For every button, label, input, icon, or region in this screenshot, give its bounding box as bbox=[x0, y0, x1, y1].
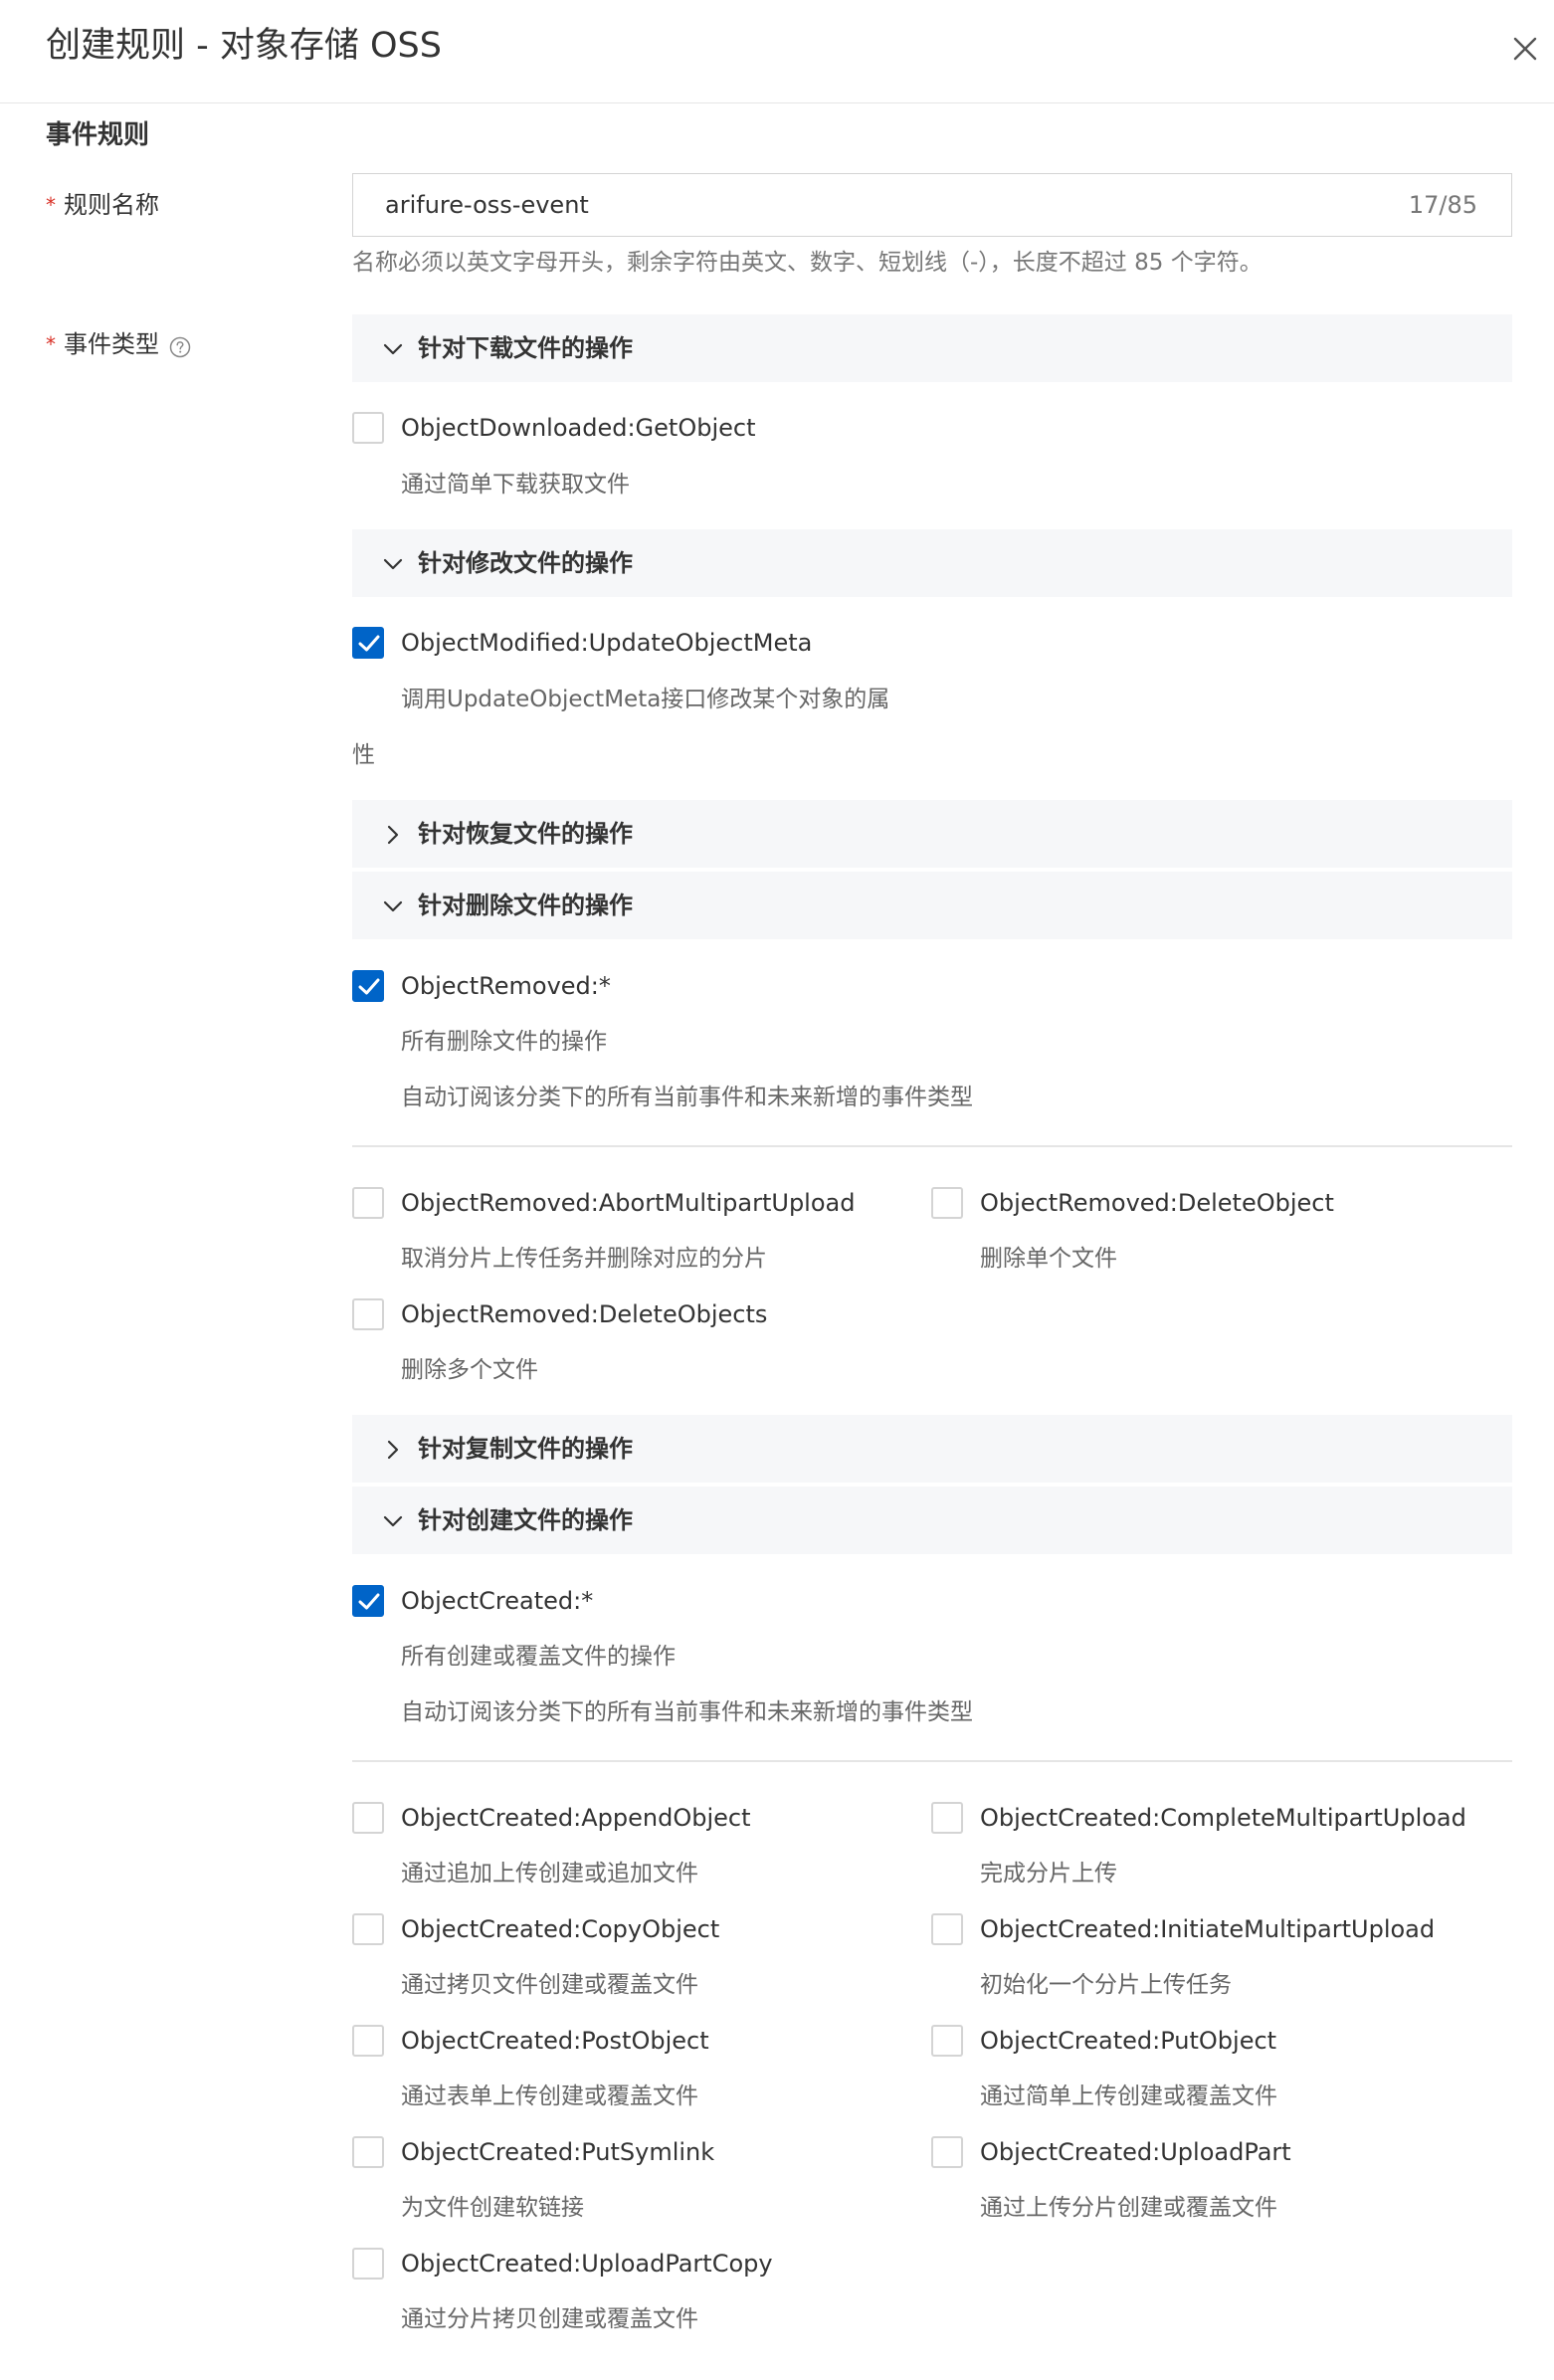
group-download[interactable]: 针对下载文件的操作 bbox=[352, 314, 1512, 382]
dialog-title: 创建规则 - 对象存储 OSS bbox=[46, 26, 442, 66]
rule-name-label: * 规则名称 bbox=[46, 187, 159, 223]
event-label: ObjectCreated:PutObject bbox=[980, 2027, 1277, 2055]
group-title: 针对修改文件的操作 bbox=[418, 549, 633, 577]
close-icon[interactable] bbox=[1507, 31, 1543, 67]
checkbox-created-copy[interactable] bbox=[352, 1913, 384, 1945]
event-desc: 初始化一个分片上传任务 bbox=[980, 1972, 1232, 1998]
group-restore[interactable]: 针对恢复文件的操作 bbox=[352, 800, 1512, 868]
checkbox-created-uploadpart[interactable] bbox=[931, 2136, 963, 2168]
event-desc: 为文件创建软链接 bbox=[401, 2195, 584, 2221]
chevron-down-icon bbox=[382, 553, 404, 575]
rule-name-label-text: 规则名称 bbox=[64, 191, 159, 219]
event-desc: 完成分片上传 bbox=[980, 1861, 1117, 1886]
event-desc: 通过追加上传创建或追加文件 bbox=[401, 1861, 698, 1886]
event-label: ObjectRemoved:DeleteObjects bbox=[401, 1300, 768, 1328]
checkbox-removed-all[interactable] bbox=[352, 970, 384, 1002]
event-desc: 所有删除文件的操作 bbox=[401, 1029, 607, 1055]
checkbox-removed-abort[interactable] bbox=[352, 1187, 384, 1219]
group-copy[interactable]: 针对复制文件的操作 bbox=[352, 1415, 1512, 1483]
checkbox-created-uploadpartcopy[interactable] bbox=[352, 2248, 384, 2280]
group-title: 针对恢复文件的操作 bbox=[418, 820, 633, 848]
checkbox-created-all[interactable] bbox=[352, 1585, 384, 1617]
event-desc: 删除多个文件 bbox=[401, 1357, 538, 1383]
group-title: 针对复制文件的操作 bbox=[418, 1435, 633, 1463]
char-counter: 17/85 bbox=[1408, 191, 1477, 219]
checkbox-created-complete[interactable] bbox=[931, 1802, 963, 1834]
event-label: ObjectCreated:CopyObject bbox=[401, 1915, 720, 1943]
event-desc: 所有创建或覆盖文件的操作 bbox=[401, 1644, 676, 1670]
event-label: ObjectCreated:InitiateMultipartUpload bbox=[980, 1915, 1436, 1943]
event-label: ObjectCreated:CompleteMultipartUpload bbox=[980, 1804, 1466, 1832]
rule-name-field[interactable]: 17/85 bbox=[352, 173, 1512, 237]
required-mark: * bbox=[46, 332, 56, 356]
event-label: ObjectCreated:UploadPart bbox=[980, 2138, 1291, 2166]
checkbox-created-put[interactable] bbox=[931, 2025, 963, 2057]
event-desc: 删除单个文件 bbox=[980, 1246, 1117, 1272]
chevron-down-icon bbox=[382, 895, 404, 917]
event-desc: 通过拷贝文件创建或覆盖文件 bbox=[401, 1972, 698, 1998]
event-desc: 调用UpdateObjectMeta接口修改某个对象的属 bbox=[401, 687, 890, 712]
question-circle-icon[interactable] bbox=[169, 332, 191, 358]
event-desc: 通过分片拷贝创建或覆盖文件 bbox=[401, 2306, 698, 2332]
event-desc: 通过简单下载获取文件 bbox=[401, 472, 630, 497]
rule-name-hint: 名称必须以英文字母开头，剩余字符由英文、数字、短划线（-），长度不超过 85 个… bbox=[352, 250, 1263, 276]
chevron-right-icon bbox=[382, 1439, 404, 1461]
event-label: ObjectRemoved:DeleteObject bbox=[980, 1189, 1334, 1217]
event-desc: 通过上传分片创建或覆盖文件 bbox=[980, 2195, 1277, 2221]
chevron-right-icon bbox=[382, 824, 404, 846]
group-title: 针对删除文件的操作 bbox=[418, 892, 633, 919]
checkbox-download-getobject[interactable] bbox=[352, 412, 384, 444]
checkbox-modify-updatemeta[interactable] bbox=[352, 627, 384, 659]
event-label: ObjectModified:UpdateObjectMeta bbox=[401, 629, 813, 657]
event-label: ObjectCreated:* bbox=[401, 1587, 594, 1615]
chevron-down-icon bbox=[382, 338, 404, 360]
divider bbox=[352, 1760, 1512, 1762]
group-title: 针对创建文件的操作 bbox=[418, 1506, 633, 1534]
group-create[interactable]: 针对创建文件的操作 bbox=[352, 1487, 1512, 1554]
event-label: ObjectDownloaded:GetObject bbox=[401, 414, 756, 442]
checkbox-created-append[interactable] bbox=[352, 1802, 384, 1834]
event-desc: 通过表单上传创建或覆盖文件 bbox=[401, 2083, 698, 2109]
event-desc-subscribe: 自动订阅该分类下的所有当前事件和未来新增的事件类型 bbox=[401, 1699, 973, 1725]
group-modify[interactable]: 针对修改文件的操作 bbox=[352, 529, 1512, 597]
rule-name-input[interactable] bbox=[353, 174, 1348, 236]
group-delete[interactable]: 针对删除文件的操作 bbox=[352, 872, 1512, 939]
event-desc-subscribe: 自动订阅该分类下的所有当前事件和未来新增的事件类型 bbox=[401, 1085, 973, 1110]
event-type-label: * 事件类型 bbox=[46, 326, 191, 362]
event-desc: 取消分片上传任务并删除对应的分片 bbox=[401, 1246, 767, 1272]
event-label: ObjectCreated:UploadPartCopy bbox=[401, 2250, 773, 2278]
event-label: ObjectRemoved:AbortMultipartUpload bbox=[401, 1189, 856, 1217]
event-label: ObjectCreated:PostObject bbox=[401, 2027, 709, 2055]
event-type-label-text: 事件类型 bbox=[64, 330, 159, 358]
checkbox-removed-delete[interactable] bbox=[931, 1187, 963, 1219]
divider bbox=[352, 1145, 1512, 1147]
event-desc-wrap: 性 bbox=[352, 742, 375, 768]
section-title: 事件规则 bbox=[46, 120, 150, 150]
event-desc: 通过简单上传创建或覆盖文件 bbox=[980, 2083, 1277, 2109]
required-mark: * bbox=[46, 193, 56, 217]
dialog-header: 创建规则 - 对象存储 OSS bbox=[0, 0, 1554, 103]
group-title: 针对下载文件的操作 bbox=[418, 334, 633, 362]
checkbox-created-initiate[interactable] bbox=[931, 1913, 963, 1945]
checkbox-removed-deletes[interactable] bbox=[352, 1298, 384, 1330]
event-label: ObjectRemoved:* bbox=[401, 972, 611, 1000]
chevron-down-icon bbox=[382, 1510, 404, 1532]
event-label: ObjectCreated:PutSymlink bbox=[401, 2138, 715, 2166]
checkbox-created-symlink[interactable] bbox=[352, 2136, 384, 2168]
event-label: ObjectCreated:AppendObject bbox=[401, 1804, 751, 1832]
checkbox-created-post[interactable] bbox=[352, 2025, 384, 2057]
